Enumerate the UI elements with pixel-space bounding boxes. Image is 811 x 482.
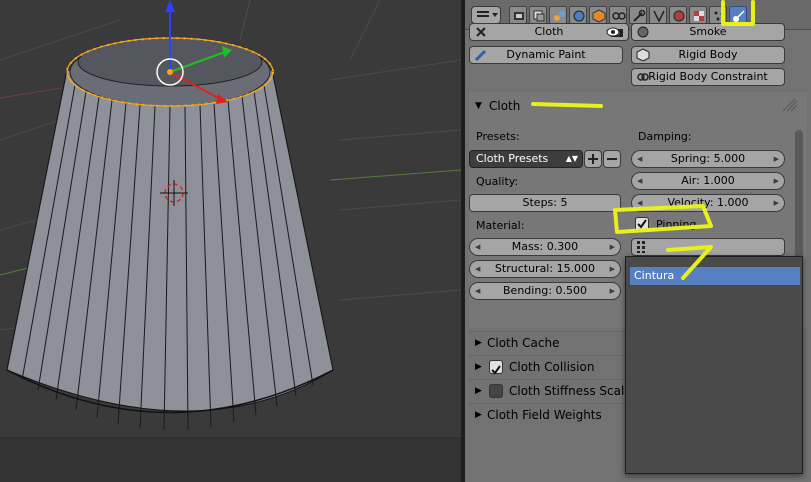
smoke-physics-button[interactable]: Smoke: [631, 23, 785, 41]
visibility-eye-icon[interactable]: [606, 25, 620, 39]
smoke-icon: [637, 26, 649, 38]
object-icon: [592, 9, 606, 23]
editor-type-icon: [477, 11, 498, 17]
cloth-stiffness-checkbox[interactable]: [489, 384, 503, 398]
rigid-body-constraint-button[interactable]: Rigid Body Constraint: [631, 68, 785, 86]
properties-editor: Cloth Smoke Dynamic Paint Rigid Body Rig…: [465, 0, 811, 482]
cloth-physics-button[interactable]: Cloth: [469, 23, 629, 41]
material-tab[interactable]: [669, 6, 687, 24]
cloth-collision-checkbox[interactable]: [489, 360, 503, 375]
brush-icon: [474, 49, 487, 62]
spring-field[interactable]: ◀ Spring: 5.000 ▶: [631, 150, 785, 168]
texture-icon: [694, 11, 704, 21]
physics-tab[interactable]: [729, 6, 747, 24]
particles-tab[interactable]: [709, 6, 727, 24]
cloth-panel-header[interactable]: ▼ Cloth: [469, 95, 803, 117]
particles-icon: [714, 11, 724, 21]
rigid-body-button[interactable]: Rigid Body: [631, 46, 785, 64]
add-preset-button[interactable]: [584, 150, 602, 168]
vertex-group-icon: [637, 241, 645, 253]
mesh-data-icon: [653, 10, 665, 23]
data-tab[interactable]: [649, 6, 667, 24]
panel-expanded-icon: ▼: [475, 101, 482, 111]
checkmark-icon: [491, 365, 501, 375]
material-icon: [673, 10, 685, 22]
render-icon: [514, 12, 524, 20]
damping-label: Damping:: [638, 130, 692, 143]
texture-tab[interactable]: [689, 6, 707, 24]
dropdown-item-cintura[interactable]: Cintura: [630, 267, 800, 285]
steps-slider[interactable]: Steps: 5: [469, 194, 621, 212]
panel-collapsed-icon: ▶: [475, 362, 482, 372]
air-field[interactable]: ◀ Air: 1.000 ▶: [631, 172, 785, 190]
pinning-label: Pinning: [656, 218, 697, 231]
pin-vertex-group-field[interactable]: [631, 238, 785, 256]
checkmark-icon: [637, 219, 647, 229]
render-tab[interactable]: [509, 6, 527, 24]
viewport-scene: [0, 0, 461, 482]
velocity-field[interactable]: ◀ Velocity: 1.000 ▶: [631, 194, 785, 212]
modifier-icon: [633, 9, 646, 22]
plus-icon: [588, 154, 598, 164]
panel-drag-handle-icon[interactable]: [779, 97, 799, 113]
close-icon: [476, 27, 486, 37]
minus-icon: [607, 158, 617, 160]
layers-tab[interactable]: [529, 6, 547, 24]
modifier-tab[interactable]: [629, 6, 647, 24]
world-icon: [573, 10, 585, 22]
constraints-icon: [612, 12, 626, 20]
rigid-body-icon: [636, 48, 650, 62]
3d-viewport[interactable]: [0, 0, 461, 482]
material-label: Material:: [476, 219, 525, 232]
bending-field[interactable]: ◀ Bending: 0.500 ▶: [469, 282, 621, 300]
world-tab[interactable]: [569, 6, 587, 24]
remove-preset-button[interactable]: [603, 150, 621, 168]
presets-label: Presets:: [476, 130, 520, 143]
constraints-tab[interactable]: [609, 6, 627, 24]
panel-collapsed-icon: ▶: [475, 386, 482, 396]
vertex-group-dropdown: Cintura: [625, 256, 803, 474]
panel-collapsed-icon: ▶: [475, 338, 482, 348]
structural-field[interactable]: ◀ Structural: 15.000 ▶: [469, 260, 621, 278]
mass-field[interactable]: ◀ Mass: 0.300 ▶: [469, 238, 621, 256]
panel-collapsed-icon: ▶: [475, 410, 482, 420]
quality-label: Quality:: [476, 175, 519, 188]
scene-tab[interactable]: [549, 6, 567, 24]
constraint-link-icon: [637, 73, 649, 81]
physics-icon: [733, 10, 745, 22]
dropdown-arrows-icon: ▲▼: [565, 154, 578, 163]
scene-icon: [554, 11, 565, 21]
cloth-presets-menu[interactable]: Cloth Presets ▲▼: [469, 150, 583, 168]
editor-type-button[interactable]: [471, 6, 501, 24]
pinning-checkbox[interactable]: [635, 217, 649, 231]
dynamic-paint-button[interactable]: Dynamic Paint: [469, 46, 623, 64]
object-tab[interactable]: [589, 6, 607, 24]
layers-icon: [533, 10, 545, 22]
